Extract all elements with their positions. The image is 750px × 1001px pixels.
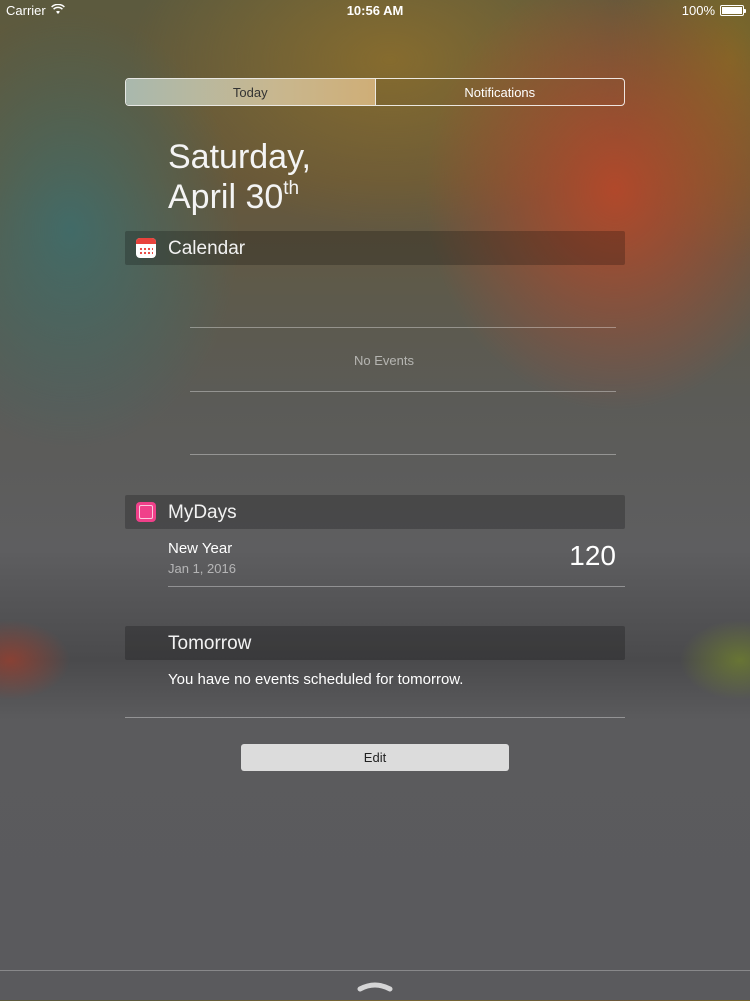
tomorrow-widget-header[interactable]: Tomorrow: [125, 626, 625, 660]
today-notifications-tabs: Today Notifications: [125, 78, 625, 106]
widgets-end-divider: [125, 717, 625, 718]
status-time: 10:56 AM: [346, 3, 404, 18]
date-month-day: April 30: [168, 178, 284, 216]
date-heading: Saturday, April 30th: [168, 137, 311, 217]
calendar-divider-bottom: [190, 454, 616, 455]
tab-notifications[interactable]: Notifications: [374, 79, 625, 105]
date-weekday: Saturday,: [168, 138, 312, 176]
mydays-widget-title: MyDays: [168, 502, 237, 523]
grabber-handle-icon[interactable]: [357, 979, 393, 997]
edit-button[interactable]: Edit: [241, 744, 509, 771]
calendar-icon: [136, 238, 156, 258]
event-date: Jan 1, 2016: [168, 561, 236, 576]
mydays-icon: [136, 502, 156, 522]
bottom-bar: [0, 970, 750, 1001]
tomorrow-widget-title: Tomorrow: [168, 633, 252, 654]
status-right: 100%: [681, 3, 746, 18]
calendar-divider-middle: [190, 391, 616, 392]
mydays-divider: [168, 586, 625, 587]
status-bar: Carrier 10:56 AM 100%: [0, 0, 750, 22]
calendar-widget-title: Calendar: [168, 238, 246, 259]
battery-icon: [720, 5, 746, 16]
event-name: New Year: [168, 540, 233, 557]
mydays-widget-header[interactable]: MyDays: [125, 495, 625, 529]
date-ordinal-suffix: th: [283, 178, 300, 199]
tab-today[interactable]: Today: [126, 79, 375, 105]
event-day-count: 120: [569, 540, 616, 571]
battery-level: [722, 7, 742, 14]
calendar-divider-top: [190, 327, 616, 328]
calendar-widget-header[interactable]: Calendar: [125, 231, 625, 265]
battery-percent: 100%: [681, 3, 715, 18]
no-events-label: No Events: [354, 353, 414, 368]
tomorrow-message: You have no events scheduled for tomorro…: [168, 671, 464, 688]
date-day: April 30th: [168, 177, 311, 217]
